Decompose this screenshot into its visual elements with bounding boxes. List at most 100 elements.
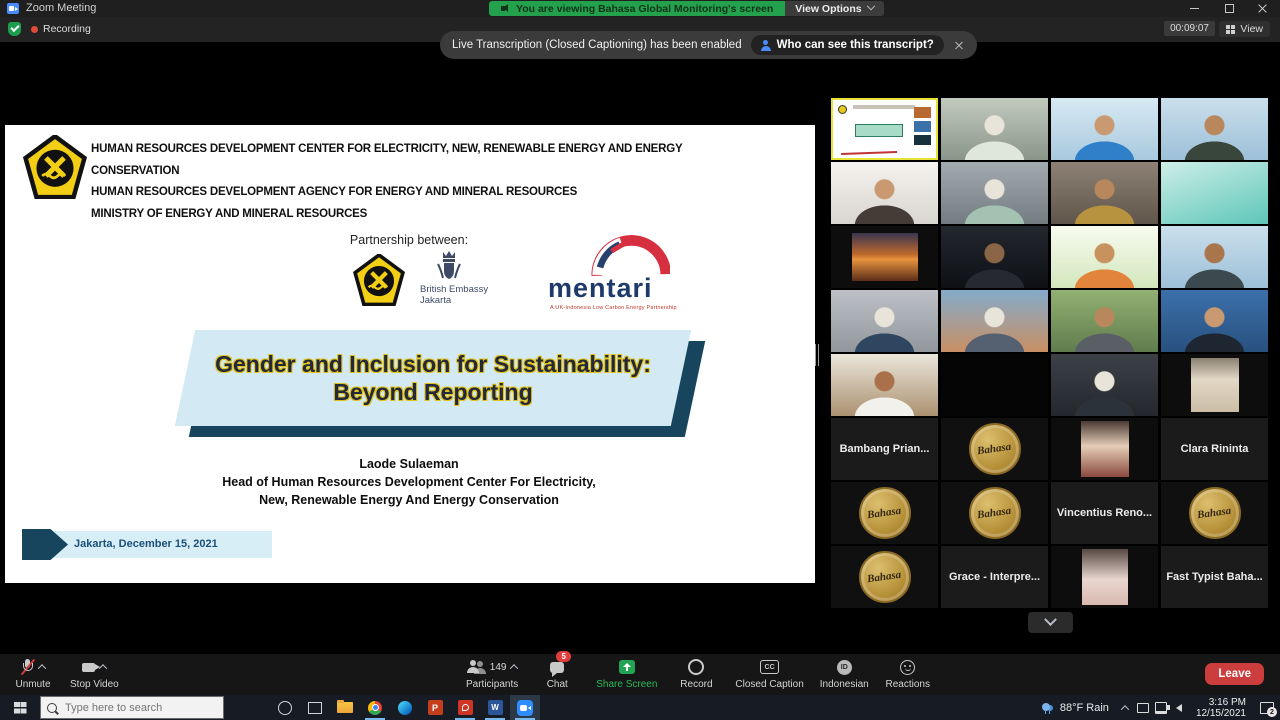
clock-time: 3:16 PM xyxy=(1196,697,1246,708)
participants-button[interactable]: 149 Participants xyxy=(466,657,518,690)
bahasa-logo-icon: Bahasa xyxy=(859,551,911,603)
bahasa-logo-tile[interactable]: Bahasa xyxy=(1161,482,1268,544)
taskbar-search[interactable] xyxy=(40,696,224,719)
tray-expand-button[interactable] xyxy=(1116,695,1134,720)
british-embassy-crest-icon xyxy=(434,250,464,282)
name-tile[interactable]: Fast Typist Baha... xyxy=(1161,546,1268,608)
reactions-button[interactable]: Reactions xyxy=(885,657,931,690)
chat-button[interactable]: 5 Chat xyxy=(534,657,580,690)
notification-center-button[interactable]: 2 xyxy=(1254,695,1280,720)
minimize-button[interactable] xyxy=(1178,0,1212,17)
cc-icon: CC xyxy=(760,660,779,674)
video-tile-virtual-background[interactable] xyxy=(1161,162,1268,224)
chrome-icon xyxy=(368,701,382,715)
avatar-photo-tile[interactable] xyxy=(1051,418,1158,480)
avatar-photo-tile[interactable] xyxy=(1161,354,1268,416)
video-tile[interactable] xyxy=(1051,98,1158,160)
mini-video-2 xyxy=(914,121,931,132)
video-tile[interactable] xyxy=(1051,226,1158,288)
toast-close-icon[interactable] xyxy=(953,39,965,51)
zoom-app-button[interactable] xyxy=(510,695,540,720)
weather-text: 88°F Rain xyxy=(1060,702,1109,714)
volume-button[interactable] xyxy=(1170,695,1188,720)
grid-view-icon xyxy=(1226,25,1235,34)
name-tile[interactable]: Vincentius Reno... xyxy=(1051,482,1158,544)
chevron-down-icon xyxy=(1044,613,1057,626)
edge-button[interactable] xyxy=(390,695,420,720)
gallery-resize-handle[interactable] xyxy=(815,344,821,366)
unmute-button[interactable]: Unmute xyxy=(10,657,56,690)
video-tile-sign-interpreter[interactable] xyxy=(1161,290,1268,352)
slide-title-line-2: Beyond Reporting xyxy=(333,379,532,406)
pdf-app-button[interactable] xyxy=(450,695,480,720)
video-tile[interactable] xyxy=(831,354,938,416)
video-tile[interactable] xyxy=(831,290,938,352)
security-shield-icon[interactable] xyxy=(8,22,21,36)
tablet-mode-button[interactable] xyxy=(1134,695,1152,720)
video-tile[interactable] xyxy=(1051,162,1158,224)
video-tile[interactable] xyxy=(941,290,1048,352)
file-explorer-button[interactable] xyxy=(330,695,360,720)
video-tile[interactable] xyxy=(941,226,1048,288)
stop-video-button[interactable]: Stop Video xyxy=(70,657,119,690)
video-tile-dark[interactable] xyxy=(941,354,1048,416)
bahasa-logo-tile[interactable]: Bahasa xyxy=(941,482,1048,544)
name-tile[interactable]: Clara Rininta xyxy=(1161,418,1268,480)
pdf-icon xyxy=(458,700,473,715)
bahasa-logo-tile[interactable]: Bahasa xyxy=(831,546,938,608)
header-line-2: HUMAN RESOURCES DEVELOPMENT AGENCY FOR E… xyxy=(91,182,731,204)
search-input[interactable] xyxy=(63,701,207,715)
chevron-down-icon xyxy=(866,1,874,9)
participants-count: 149 xyxy=(490,662,507,673)
name-tile[interactable]: Bambang Prian... xyxy=(831,418,938,480)
notification-badge: 2 xyxy=(1267,707,1277,717)
date-banner: Jakarta, December 15, 2021 xyxy=(22,531,272,558)
view-options-label: View Options xyxy=(795,3,861,15)
leave-button[interactable]: Leave xyxy=(1205,663,1264,685)
chrome-button[interactable] xyxy=(360,695,390,720)
slide-date: Jakarta, December 15, 2021 xyxy=(74,531,218,558)
mentari-tagline: A UK-Indonesia Low Carbon Energy Partner… xyxy=(550,305,677,311)
clock-date: 12/15/2021 xyxy=(1196,708,1246,719)
name-tile[interactable]: Grace - Interpre... xyxy=(941,546,1048,608)
taskbar-clock[interactable]: 3:16 PM 12/15/2021 xyxy=(1188,697,1254,719)
video-tile[interactable] xyxy=(1051,290,1158,352)
task-view-button[interactable] xyxy=(300,695,330,720)
powerpoint-button[interactable]: P xyxy=(420,695,450,720)
edge-icon xyxy=(398,701,412,715)
screen-share-tile[interactable] xyxy=(831,98,938,160)
gallery-scroll-down-button[interactable] xyxy=(1028,612,1073,633)
who-can-see-transcript-button[interactable]: Who can see this transcript? xyxy=(751,35,944,55)
chevron-up-icon[interactable] xyxy=(37,664,45,672)
powerpoint-icon: P xyxy=(428,700,443,715)
bahasa-logo-tile[interactable]: Bahasa xyxy=(831,482,938,544)
video-tile[interactable] xyxy=(1161,226,1268,288)
weather-widget[interactable]: 88°F Rain xyxy=(1034,702,1116,714)
close-button[interactable] xyxy=(1246,0,1280,17)
start-button[interactable] xyxy=(0,695,40,720)
speaker-role-line-1: Head of Human Resources Development Cent… xyxy=(5,473,813,491)
window-controls xyxy=(1178,0,1280,17)
video-tile[interactable] xyxy=(941,98,1048,160)
video-tile[interactable] xyxy=(1161,98,1268,160)
video-tile-sunset-photo[interactable] xyxy=(831,226,938,288)
bahasa-logo-icon: Bahasa xyxy=(969,423,1021,475)
view-layout-button[interactable]: View xyxy=(1219,21,1270,37)
cortana-button[interactable] xyxy=(270,695,300,720)
word-button[interactable]: W xyxy=(480,695,510,720)
video-tile[interactable] xyxy=(1051,354,1158,416)
record-button[interactable]: Record xyxy=(673,657,719,690)
share-screen-button[interactable]: Share Screen xyxy=(596,657,657,690)
video-tile[interactable] xyxy=(941,162,1048,224)
toast-message: Live Transcription (Closed Captioning) h… xyxy=(452,39,742,51)
interpretation-button[interactable]: ID Indonesian xyxy=(820,657,869,690)
bahasa-logo-tile[interactable]: Bahasa xyxy=(941,418,1048,480)
chevron-up-icon[interactable] xyxy=(510,664,518,672)
maximize-button[interactable] xyxy=(1212,0,1246,17)
zoom-toolbar: Unmute Stop Video 149 Participants 5 Cha… xyxy=(0,654,1280,695)
video-tile[interactable] xyxy=(831,162,938,224)
view-options-button[interactable]: View Options xyxy=(785,1,883,16)
closed-caption-button[interactable]: CC Closed Caption xyxy=(735,657,803,690)
chevron-up-icon[interactable] xyxy=(99,664,107,672)
avatar-photo-tile[interactable] xyxy=(1051,546,1158,608)
